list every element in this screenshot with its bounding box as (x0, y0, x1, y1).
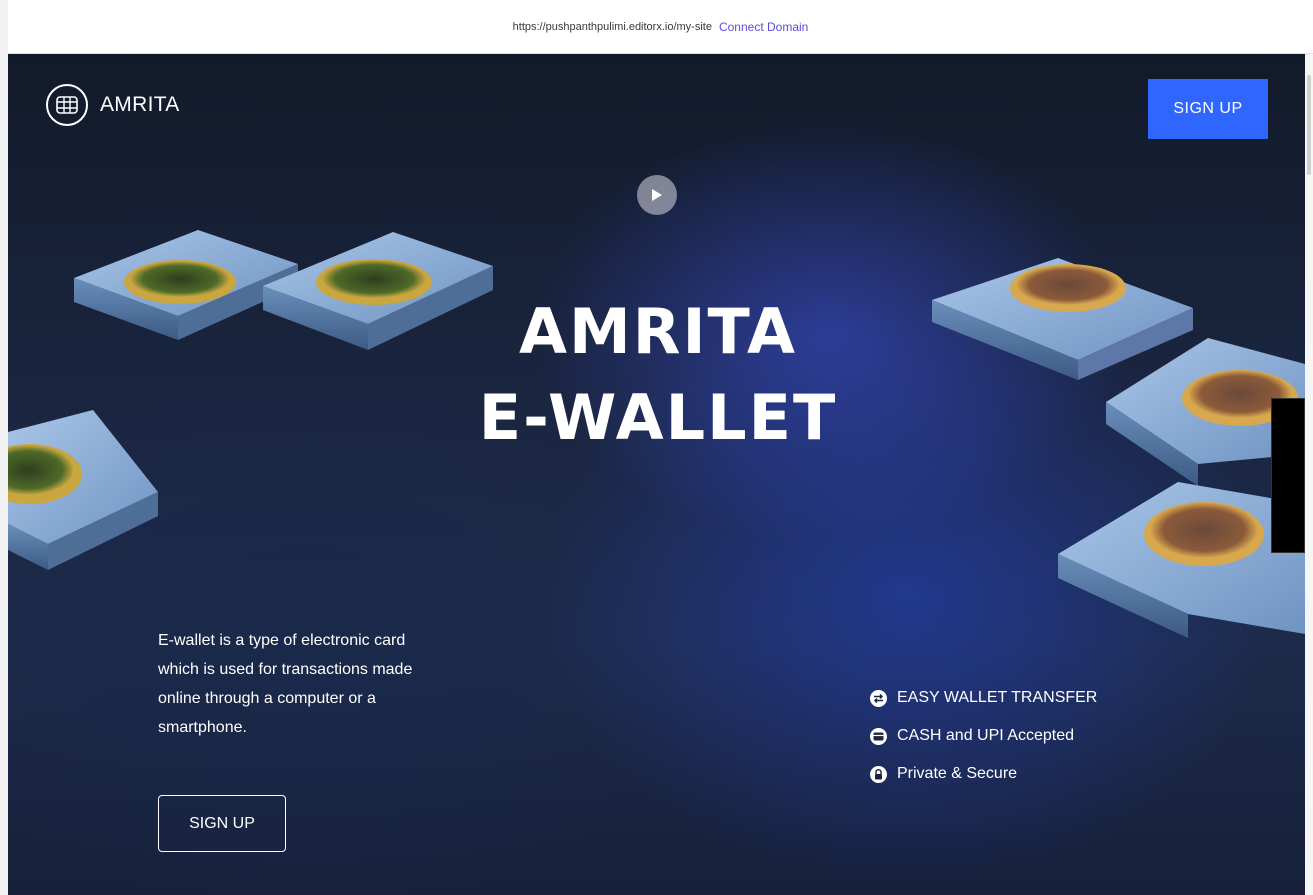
side-panel-tab[interactable] (1271, 398, 1305, 553)
feature-item: Private & Secure (870, 764, 1097, 784)
play-icon (652, 189, 662, 201)
feature-item: CASH and UPI Accepted (870, 726, 1097, 746)
transfer-icon (870, 689, 887, 707)
cash-icon (870, 727, 887, 745)
hero-title-line-2: E-WALLET (478, 381, 838, 454)
site-url: https://pushpanthpulimi.editorx.io/my-si… (512, 20, 712, 33)
play-video-button[interactable] (637, 175, 677, 215)
feature-label: CASH and UPI Accepted (897, 727, 1074, 744)
hero-title-line-1: AMRITA (519, 295, 797, 368)
hero-description: E-wallet is a type of electronic card wh… (158, 632, 413, 736)
lock-icon (870, 765, 887, 783)
card-chip-icon (46, 84, 88, 126)
brand-logo[interactable]: AMRITA (46, 84, 180, 126)
brand-name: AMRITA (100, 93, 180, 116)
connect-domain-link[interactable]: Connect Domain (719, 20, 808, 34)
scrollbar-track[interactable] (1305, 54, 1313, 895)
header-signup-button[interactable]: SIGN UP (1148, 79, 1268, 139)
hero-title: AMRITA E-WALLET (358, 289, 958, 461)
scrollbar-thumb[interactable] (1307, 75, 1311, 175)
hero-signup-button[interactable]: SIGN UP (158, 795, 286, 852)
left-gutter (0, 0, 8, 895)
site-url-bar: https://pushpanthpulimi.editorx.io/my-si… (8, 0, 1313, 54)
feature-label: Private & Secure (897, 765, 1018, 782)
feature-item: EASY WALLET TRANSFER (870, 688, 1097, 708)
feature-list: EASY WALLET TRANSFER CASH and UPI Accept… (870, 688, 1097, 802)
feature-label: EASY WALLET TRANSFER (897, 689, 1098, 706)
hero-section: AMRITA SIGN UP AMRITA E-WALLET E-wallet … (8, 54, 1305, 895)
